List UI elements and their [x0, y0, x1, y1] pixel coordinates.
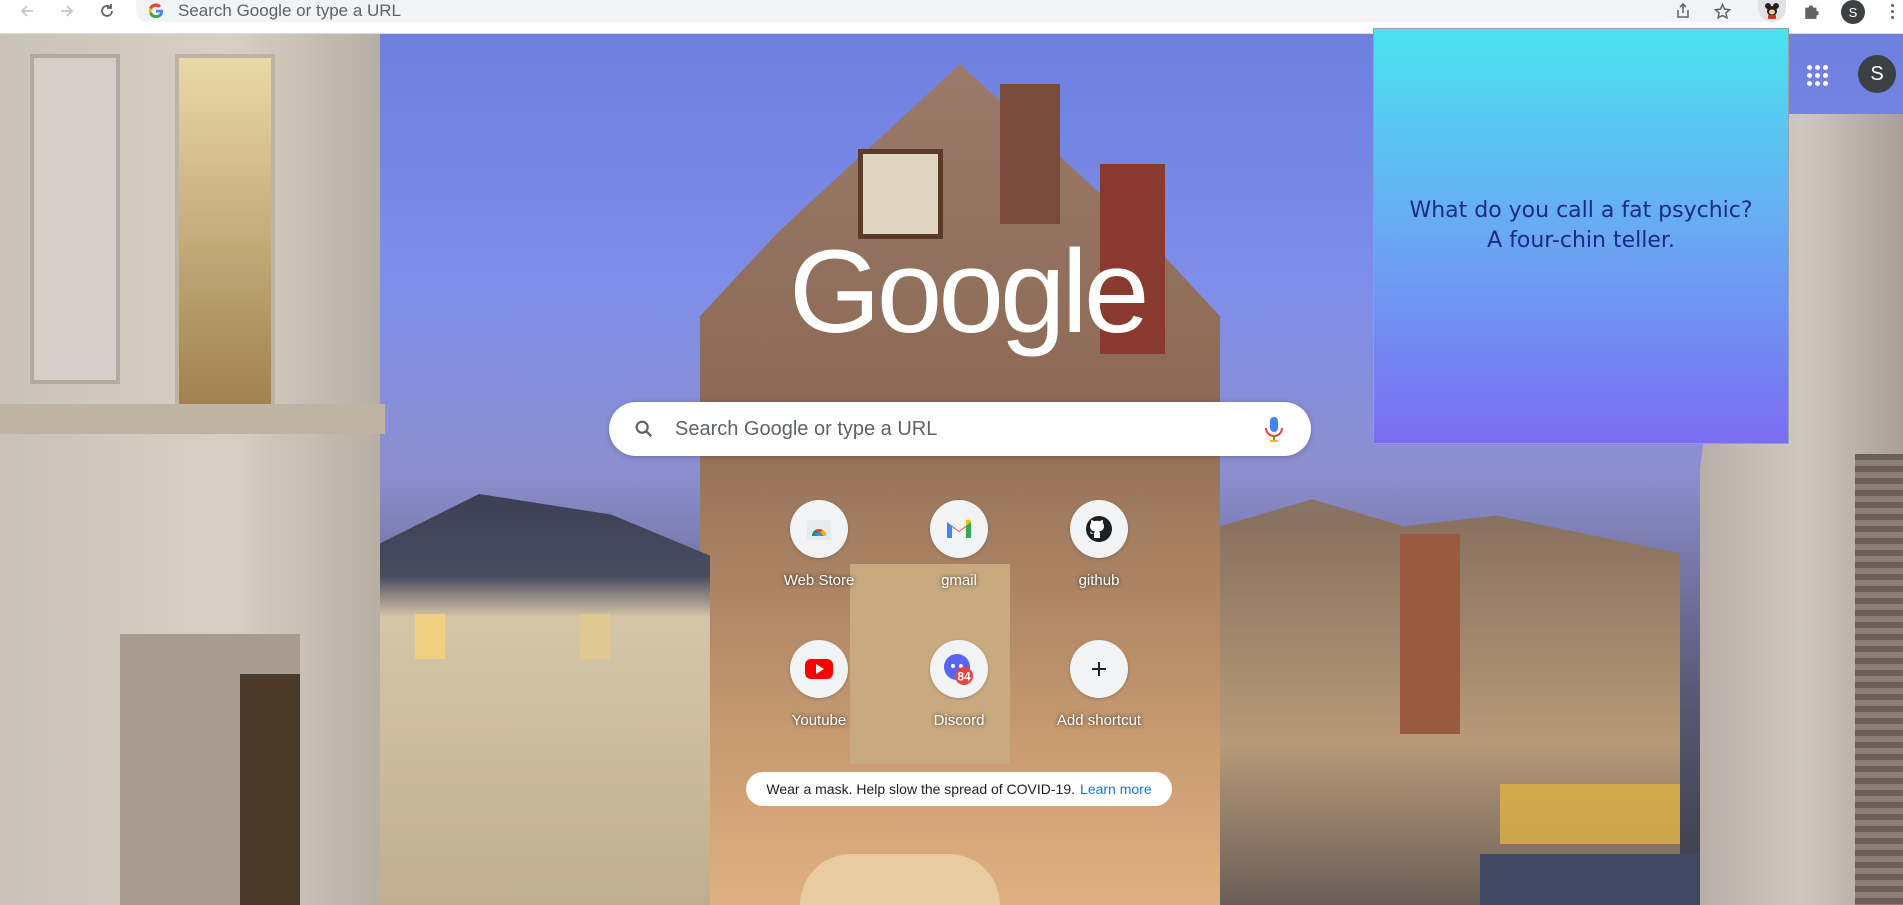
chrome-web-store-icon: [790, 500, 848, 558]
profile-avatar-mini[interactable]: S: [1841, 0, 1865, 24]
omnibox[interactable]: Search Google or type a URL: [136, 0, 1776, 22]
promo-text: Wear a mask. Help slow the spread of COV…: [766, 781, 1076, 797]
reload-icon[interactable]: [94, 0, 120, 22]
extension-mouse-icon[interactable]: [1758, 0, 1786, 22]
search-icon: [635, 420, 653, 438]
kebab-menu-icon[interactable]: [1887, 0, 1897, 22]
learn-more-link[interactable]: Learn more: [1080, 781, 1152, 797]
discord-icon: 84: [930, 640, 988, 698]
puzzle-icon[interactable]: [1801, 0, 1823, 22]
forward-icon[interactable]: [54, 0, 80, 22]
plus-icon: [1070, 640, 1128, 698]
microphone-icon[interactable]: [1263, 415, 1285, 443]
joke-text: What do you call a fat psychic? A four-c…: [1409, 198, 1753, 253]
shortcut-youtube[interactable]: Youtube: [763, 636, 875, 748]
shortcut-web-store[interactable]: Web Store: [763, 496, 875, 608]
omnibox-placeholder: Search Google or type a URL: [178, 1, 402, 20]
discord-badge: 84: [957, 670, 971, 684]
gmail-icon: [930, 500, 988, 558]
shortcut-label: github: [1078, 572, 1120, 589]
profile-initial: S: [1848, 4, 1858, 20]
shortcut-label: Web Store: [783, 572, 855, 589]
youtube-icon: [790, 640, 848, 698]
back-icon[interactable]: [14, 0, 40, 22]
shortcut-label: Add shortcut: [1056, 712, 1142, 729]
google-logo: Google: [789, 226, 1150, 358]
google-g-icon: [148, 3, 163, 19]
avatar-initial: S: [1870, 62, 1884, 85]
account-avatar[interactable]: S: [1858, 55, 1896, 93]
share-icon[interactable]: [1672, 0, 1694, 22]
shortcut-discord[interactable]: 84 Discord: [903, 636, 1015, 748]
covid-promo: Wear a mask. Help slow the spread of COV…: [746, 772, 1172, 806]
shortcut-label: Discord: [933, 712, 985, 729]
extension-popup: What do you call a fat psychic? A four-c…: [1373, 28, 1789, 444]
star-icon[interactable]: [1711, 0, 1733, 22]
shortcut-gmail[interactable]: gmail: [903, 496, 1015, 608]
google-apps-icon[interactable]: [1802, 60, 1832, 90]
ntp-search-box[interactable]: Search Google or type a URL: [609, 402, 1311, 456]
shortcut-label: Youtube: [791, 712, 847, 729]
shortcut-label: gmail: [941, 572, 977, 589]
github-icon: [1070, 500, 1128, 558]
shortcut-github[interactable]: github: [1043, 496, 1155, 608]
add-shortcut-button[interactable]: Add shortcut: [1043, 636, 1155, 748]
search-placeholder: Search Google or type a URL: [675, 417, 938, 440]
